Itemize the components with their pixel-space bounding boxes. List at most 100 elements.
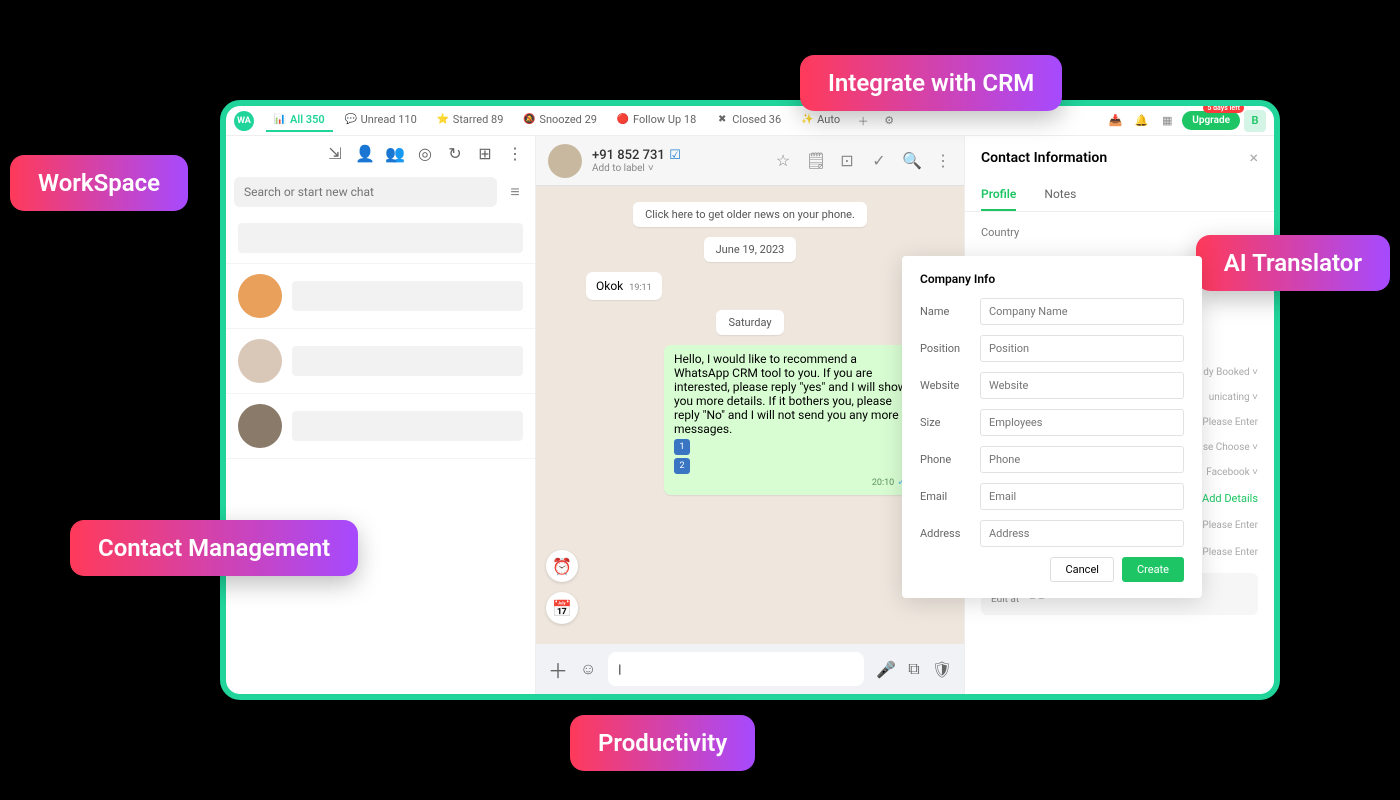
group-icon[interactable]: 👥: [385, 144, 405, 163]
callout-workspace: WorkSpace: [10, 155, 188, 211]
chat-input-bar: ＋ ☺ 🎤 ⧉ 🛡: [536, 644, 964, 694]
upgrade-button[interactable]: Upgrade5 days left: [1182, 111, 1240, 130]
message-outgoing: Hello, I would like to recommend a Whats…: [664, 345, 924, 495]
sidebar-header: ⇲ 👤 👥 ◎ ↻ ⊞ ⋮: [226, 136, 535, 171]
popup-title: Company Info: [920, 272, 1184, 286]
sliders-icon[interactable]: ⚙: [878, 110, 900, 132]
input-email[interactable]: [980, 483, 1184, 510]
template-icon[interactable]: ⧉: [908, 659, 919, 679]
callout-productivity: Productivity: [570, 715, 755, 771]
snooze-icon: 🔕: [523, 114, 535, 126]
label-name: Name: [920, 305, 970, 318]
tab-all[interactable]: 📊All 350: [266, 109, 333, 132]
tab-closed[interactable]: ✖Closed 36: [708, 109, 789, 132]
filter-icon[interactable]: ≡: [503, 177, 527, 207]
alarm-button[interactable]: ⏰: [546, 550, 578, 582]
message-icon: 💬: [345, 114, 357, 126]
input-website[interactable]: [980, 372, 1184, 399]
label-address: Address: [920, 527, 970, 540]
label-email: Email: [920, 490, 970, 503]
more-icon[interactable]: ⋮: [505, 144, 525, 163]
date-pill: Saturday: [716, 310, 783, 335]
info-tabs: Profile Notes: [965, 179, 1274, 212]
sidebar: ⇲ 👤 👥 ◎ ↻ ⊞ ⋮ ≡: [226, 136, 536, 694]
search-row: ≡: [226, 171, 535, 213]
search-input[interactable]: [234, 177, 497, 207]
shield-icon[interactable]: 🛡: [932, 660, 952, 679]
contact-name: +91 852 731 ☑: [592, 148, 682, 163]
search-icon[interactable]: 🔍: [902, 151, 920, 170]
check-icon[interactable]: ✓: [870, 151, 888, 170]
star-icon: ⭐: [437, 114, 449, 126]
tab-profile[interactable]: Profile: [981, 179, 1016, 211]
cancel-button[interactable]: Cancel: [1050, 557, 1113, 582]
user-avatar[interactable]: B: [1244, 110, 1266, 132]
note-icon[interactable]: 🗒: [806, 151, 824, 170]
info-header: Contact Information ×: [965, 136, 1274, 179]
bell-icon[interactable]: 🔔: [1130, 110, 1152, 132]
inbox-icon[interactable]: 📥: [1104, 110, 1126, 132]
chat-header: +91 852 731 ☑ Add to label ˅ ☆ 🗒 ⊡ ✓ 🔍 ⋮: [536, 136, 964, 186]
floating-actions: ⏰ 📅: [546, 550, 578, 624]
tab-starred[interactable]: ⭐Starred 89: [429, 109, 512, 132]
sparkle-icon: ✨: [801, 114, 813, 126]
input-position[interactable]: [980, 335, 1184, 362]
label-website: Website: [920, 379, 970, 392]
label-position: Position: [920, 342, 970, 355]
chat-list-item[interactable]: [226, 213, 535, 264]
topbar: WA 📊All 350 💬Unread 110 ⭐Starred 89 🔕Sno…: [226, 106, 1274, 136]
keycap-2: 2: [674, 458, 690, 474]
tab-notes[interactable]: Notes: [1044, 179, 1076, 211]
label-phone: Phone: [920, 453, 970, 466]
company-info-popup: Company Info Name Position Website Size …: [902, 256, 1202, 598]
contact-avatar[interactable]: [548, 144, 582, 178]
info-title: Contact Information: [981, 150, 1107, 166]
message-incoming: Okok19:11: [586, 272, 662, 300]
menu-icon[interactable]: ⋮: [934, 151, 952, 170]
plus-icon[interactable]: ＋: [852, 110, 874, 132]
app-frame: WA 📊All 350 💬Unread 110 ⭐Starred 89 🔕Sno…: [220, 100, 1280, 700]
create-button[interactable]: Create: [1122, 557, 1184, 582]
close-icon[interactable]: ×: [1249, 148, 1258, 167]
chat-list-item[interactable]: [226, 264, 535, 329]
tab-auto[interactable]: ✨Auto: [793, 109, 848, 132]
dot-icon: 🔴: [617, 114, 629, 126]
message-time: 20:10: [872, 478, 894, 488]
emoji-icon[interactable]: ☺: [580, 659, 596, 679]
chat-list-item[interactable]: [226, 329, 535, 394]
chevron-down-icon: ˅: [648, 163, 654, 174]
input-phone[interactable]: [980, 446, 1184, 473]
input-address[interactable]: [980, 520, 1184, 547]
mic-icon[interactable]: 🎤: [876, 660, 896, 679]
calendar-button[interactable]: 📅: [546, 592, 578, 624]
tab-followup[interactable]: 🔴Follow Up 18: [609, 109, 704, 132]
tab-unread[interactable]: 💬Unread 110: [337, 109, 425, 132]
older-news-pill[interactable]: Click here to get older news on your pho…: [633, 202, 867, 227]
grid-icon[interactable]: ▦: [1156, 110, 1178, 132]
add-label-link[interactable]: Add to label ˅: [592, 163, 682, 174]
message-time: 19:11: [629, 283, 651, 293]
sidebar-actions: ⇲ 👤 👥 ◎ ↻ ⊞ ⋮: [325, 144, 525, 163]
tab-snoozed[interactable]: 🔕Snoozed 29: [515, 109, 605, 132]
target-icon[interactable]: ◎: [415, 144, 435, 163]
verified-icon: ☑: [668, 148, 682, 162]
input-size[interactable]: [980, 409, 1184, 436]
box-icon[interactable]: ⊞: [475, 144, 495, 163]
input-company-name[interactable]: [980, 298, 1184, 325]
star-icon[interactable]: ☆: [774, 151, 792, 170]
callout-translator: AI Translator: [1196, 235, 1390, 291]
export-icon[interactable]: ⇲: [325, 144, 345, 163]
archive-icon[interactable]: ⊡: [838, 151, 856, 170]
callout-contact-mgmt: Contact Management: [70, 520, 358, 576]
adduser-icon[interactable]: 👤: [355, 144, 375, 163]
chart-icon: 📊: [274, 114, 286, 126]
x-icon: ✖: [716, 114, 728, 126]
chat-body[interactable]: Click here to get older news on your pho…: [536, 186, 964, 644]
date-pill: June 19, 2023: [704, 237, 797, 262]
refresh-icon[interactable]: ↻: [445, 144, 465, 163]
chat-list-item[interactable]: [226, 394, 535, 459]
message-input[interactable]: [608, 652, 864, 686]
chat-panel: +91 852 731 ☑ Add to label ˅ ☆ 🗒 ⊡ ✓ 🔍 ⋮…: [536, 136, 964, 694]
attach-icon[interactable]: ＋: [548, 655, 568, 684]
label-size: Size: [920, 416, 970, 429]
